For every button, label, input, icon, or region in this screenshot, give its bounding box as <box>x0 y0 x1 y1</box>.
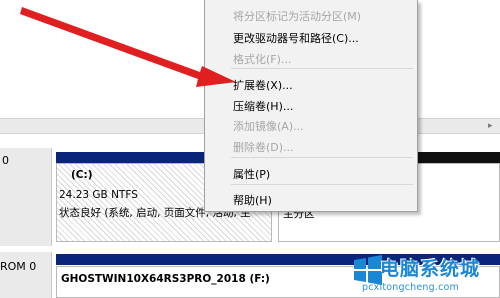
menu-item-change-drive-letter[interactable]: 更改驱动器号和路径(C)... <box>233 30 359 46</box>
volume-c-name: (C:) <box>71 169 93 181</box>
menu-separator <box>231 68 413 69</box>
cdrom-0-label[interactable]: ROM 0 <box>0 252 52 298</box>
cdrom-0-label-text: ROM 0 <box>0 260 37 273</box>
volume-dvd-name: GHOSTWIN10X64RS3PRO_2018 (F:) <box>61 273 270 285</box>
watermark-title: 电脑系统城 <box>380 258 481 280</box>
red-arrow-icon <box>20 7 236 87</box>
menu-item-help[interactable]: 帮助(H) <box>233 192 272 208</box>
menu-item-delete-volume[interactable]: 删除卷(D)... <box>233 139 294 155</box>
menu-separator <box>231 157 413 158</box>
watermark: 电脑系统城 pcxitongcheng.com <box>350 252 500 298</box>
disk-0-label-text: 0 <box>2 154 9 167</box>
menu-item-shrink-volume[interactable]: 压缩卷(H)... <box>233 98 293 114</box>
disk-0-label[interactable]: 0 <box>0 148 52 246</box>
menu-item-format[interactable]: 格式化(F)... <box>233 51 291 67</box>
menu-item-extend-volume[interactable]: 扩展卷(X)... <box>233 77 293 93</box>
menu-item-properties[interactable]: 属性(P) <box>233 166 270 182</box>
menu-separator <box>231 184 413 185</box>
scroll-right-icon[interactable]: ▸ <box>488 121 498 131</box>
volume-c-size: 24.23 GB NTFS <box>59 189 138 201</box>
menu-item-mark-active[interactable]: 将分区标记为活动分区(M) <box>233 8 361 24</box>
menu-item-add-mirror[interactable]: 添加镜像(A)... <box>233 118 304 134</box>
watermark-url: pcxitongcheng.com <box>362 282 459 293</box>
